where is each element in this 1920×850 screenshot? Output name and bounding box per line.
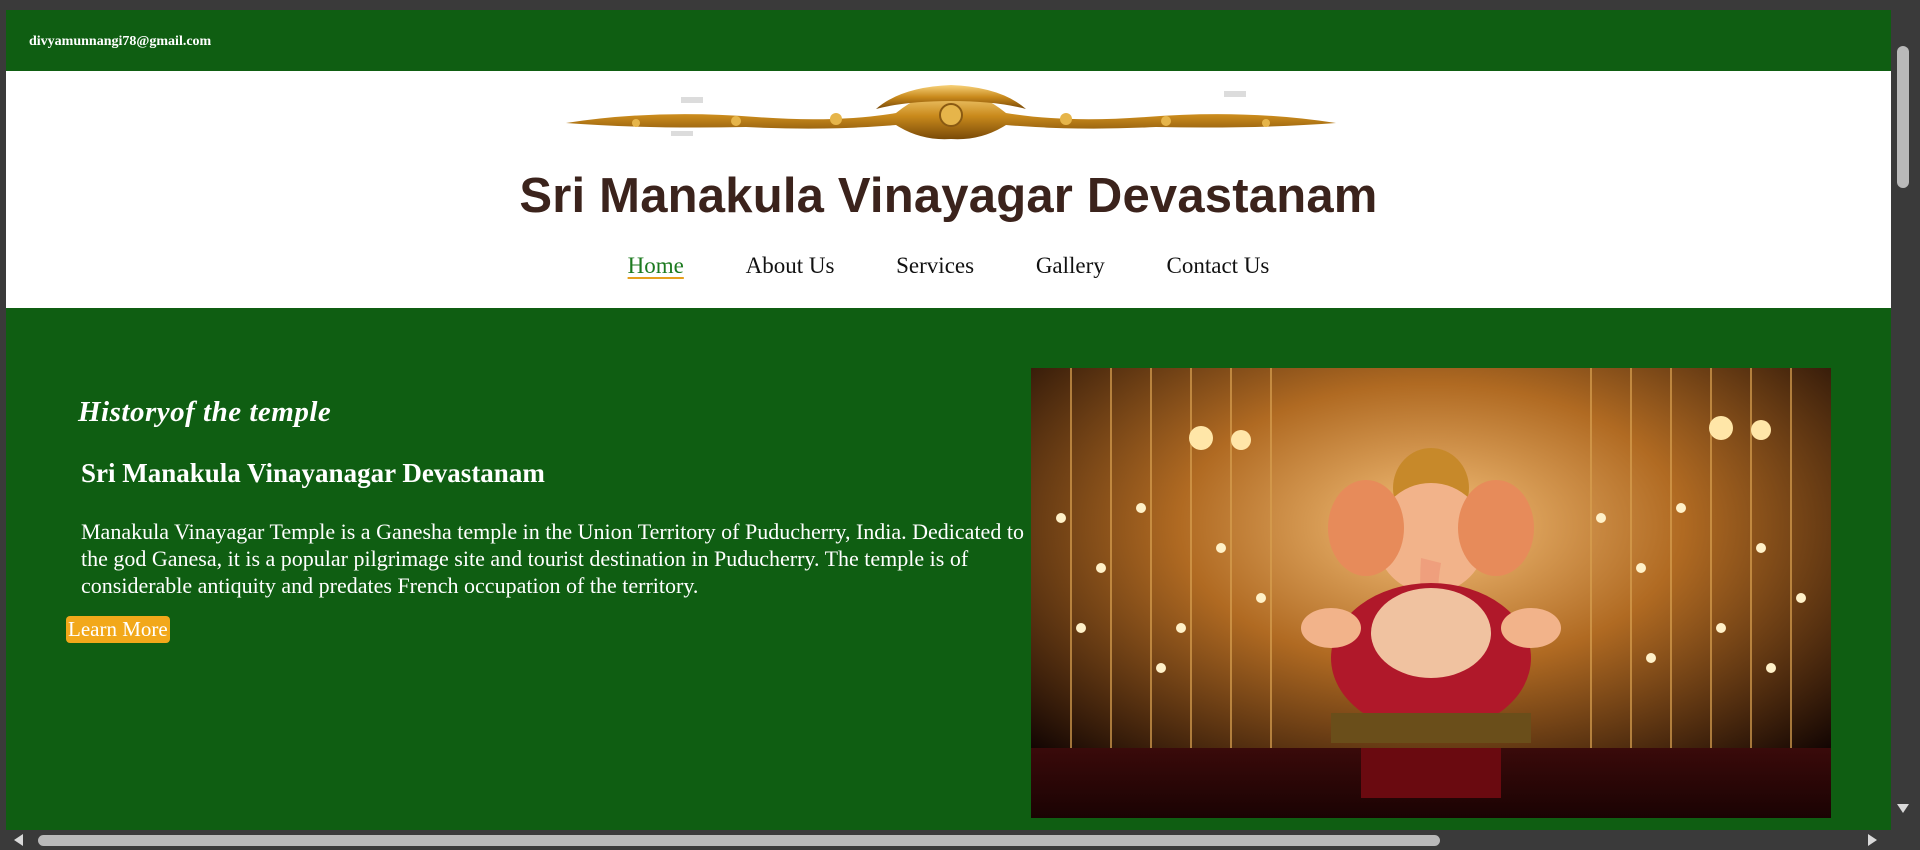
- nav-item-gallery[interactable]: Gallery: [1036, 253, 1105, 279]
- nav-item-home[interactable]: Home: [628, 253, 684, 279]
- contact-email: divyamunnangi78@gmail.com: [29, 34, 212, 49]
- hero-paragraph: Manakula Vinayagar Temple is a Ganesha t…: [81, 519, 1024, 598]
- nav-item-about-us[interactable]: About Us: [746, 253, 835, 279]
- horizontal-scrollbar-thumb[interactable]: [38, 835, 1440, 846]
- nav-item-contact-us[interactable]: Contact Us: [1167, 253, 1270, 279]
- site-header: Sri Manakula Vinayagar Devastanam Home A…: [6, 71, 1891, 308]
- scroll-right-arrow-icon[interactable]: [1868, 834, 1877, 846]
- ganesha-photo: [1031, 368, 1831, 818]
- learn-more-button[interactable]: Learn More: [66, 616, 170, 643]
- scroll-down-arrow-icon[interactable]: [1897, 804, 1909, 813]
- top-bar: divyamunnangi78@gmail.com: [6, 10, 1891, 71]
- hero-section: Historyof the temple Sri Manakula Vinaya…: [6, 308, 1891, 830]
- golden-ornament-icon: [536, 79, 1366, 151]
- history-kicker: Historyof the temple: [78, 396, 332, 428]
- scroll-left-arrow-icon[interactable]: [14, 834, 23, 846]
- horizontal-scrollbar[interactable]: [0, 830, 1920, 850]
- site-title: Sri Manakula Vinayagar Devastanam: [519, 169, 1378, 223]
- hero-heading: Sri Manakula Vinayanagar Devastanam: [81, 458, 545, 488]
- vertical-scrollbar-thumb[interactable]: [1897, 46, 1909, 188]
- browser-viewport: divyamunnangi78@gmail.com Sri Manakula V…: [6, 10, 1891, 830]
- main-navigation: Home About Us Services Gallery Contact U…: [6, 253, 1891, 279]
- vertical-scrollbar[interactable]: [1891, 10, 1914, 830]
- nav-item-services[interactable]: Services: [896, 253, 974, 279]
